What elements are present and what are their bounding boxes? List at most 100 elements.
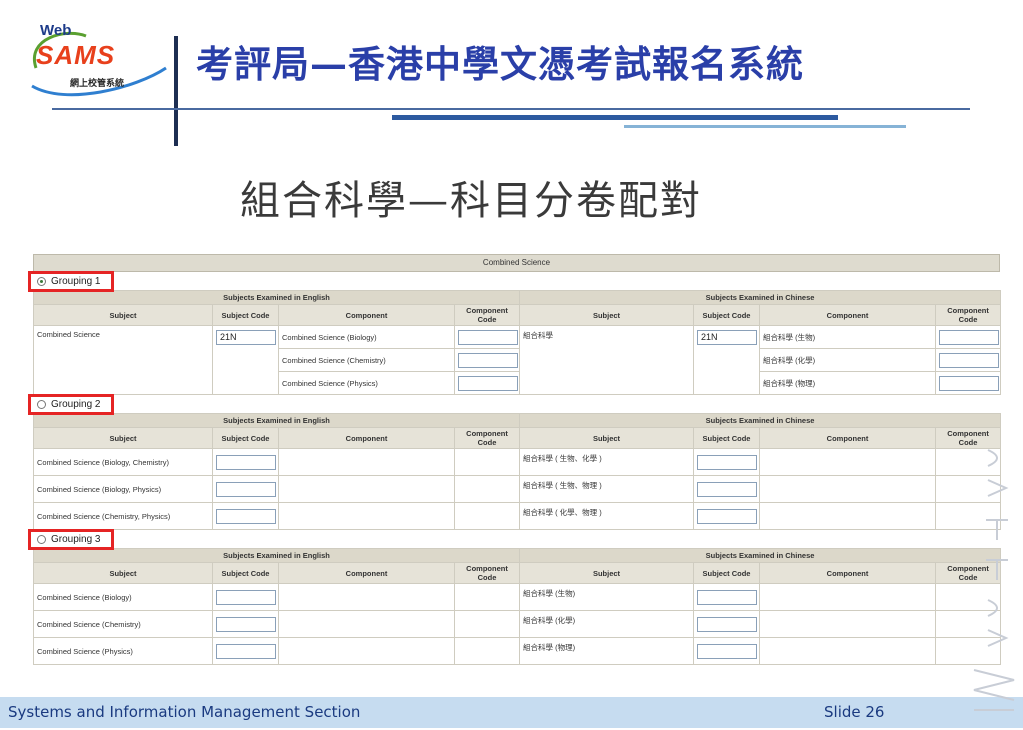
grouping-table: Subjects Examined in English Subjects Exa…	[32, 290, 1002, 395]
en-component-code-cell	[453, 502, 521, 530]
zh-subject-code-cell	[693, 610, 761, 638]
header-divider	[174, 36, 178, 146]
en-subject-code-input[interactable]	[216, 589, 276, 605]
chinese-section-header: Subjects Examined in Chinese	[519, 413, 1002, 428]
zh-subject-code-input[interactable]	[697, 508, 758, 524]
zh-subject-cell: 組合科學	[519, 325, 695, 395]
title-rule	[52, 108, 970, 110]
zh-component-code-input[interactable]	[939, 329, 1000, 345]
en-component-code-input[interactable]	[458, 329, 518, 345]
zh-subject-cell: 組合科學 (化學)	[519, 610, 695, 638]
column-header: Component Code	[453, 304, 521, 326]
en-component-cell: Combined Science (Chemistry)	[278, 348, 455, 372]
en-subject-code-cell	[212, 583, 279, 611]
column-header: Component	[278, 427, 455, 449]
grouping-table: Subjects Examined in English Subjects Exa…	[32, 548, 1002, 665]
zh-component-cell	[759, 448, 937, 476]
zh-subject-code-cell	[693, 448, 761, 476]
en-subject-cell: Combined Science (Biology, Chemistry)	[33, 448, 213, 476]
en-component-code-cell	[453, 348, 521, 372]
watermark-icon	[973, 449, 1015, 711]
english-section-header: Subjects Examined in English	[32, 290, 521, 305]
en-component-code-cell	[453, 610, 521, 638]
en-component-code-cell	[453, 475, 521, 503]
title-rule-accent	[392, 115, 838, 120]
column-header: Subject Code	[212, 427, 279, 449]
en-subject-cell: Combined Science	[33, 325, 213, 395]
column-header: Subject	[33, 562, 213, 584]
en-subject-code-input[interactable]	[216, 508, 276, 524]
en-component-code-cell	[453, 583, 521, 611]
zh-component-cell	[759, 610, 937, 638]
en-subject-code-input[interactable]	[216, 454, 276, 470]
en-subject-code-cell	[212, 502, 279, 530]
zh-subject-code-cell	[693, 583, 761, 611]
grouping-table: Subjects Examined in English Subjects Exa…	[32, 413, 1002, 530]
grouping-radio-row[interactable]: Grouping 1	[28, 271, 1000, 292]
table-row: Combined Science (Biology) 組合科學 (生物)	[33, 583, 1002, 611]
en-subject-cell: Combined Science (Biology, Physics)	[33, 475, 213, 503]
zh-subject-code-input[interactable]	[697, 643, 758, 659]
en-component-cell	[278, 583, 455, 611]
logo-sams-text: SAMS	[36, 40, 116, 70]
english-section-header: Subjects Examined in English	[32, 413, 521, 428]
table-row: Combined Science (Chemistry) 組合科學 (化學)	[33, 610, 1002, 638]
column-header: Component Code	[453, 427, 521, 449]
zh-subject-cell: 組合科學 (生物)	[519, 583, 695, 611]
logo-web-text: Web	[40, 22, 72, 39]
zh-subject-code-input[interactable]	[697, 454, 758, 470]
slide-number: Slide 26	[824, 703, 885, 721]
column-header: Component	[278, 304, 455, 326]
en-subject-cell: Combined Science (Chemistry, Physics)	[33, 502, 213, 530]
en-subject-code-cell	[212, 475, 279, 503]
zh-subject-code-input[interactable]	[697, 616, 758, 632]
slide-title: 考評局—香港中學文憑考試報名系統	[196, 42, 804, 86]
en-component-code-cell	[453, 371, 521, 395]
en-subject-code-input[interactable]	[216, 643, 276, 659]
combined-science-screen: Combined Science Grouping 1 Subjects Exam…	[28, 254, 1002, 665]
table-row: Combined Science (Biology, Chemistry) 組合科…	[33, 448, 1002, 476]
grouping-radio-row[interactable]: Grouping 2	[28, 394, 1000, 415]
column-header: Component Code	[453, 562, 521, 584]
en-subject-code-input[interactable]	[216, 616, 276, 632]
en-component-cell	[278, 610, 455, 638]
en-subject-cell: Combined Science (Biology)	[33, 583, 213, 611]
chinese-section-header: Subjects Examined in Chinese	[519, 548, 1002, 563]
table-row: Combined Science (Physics) 組合科學 (物理)	[33, 637, 1002, 665]
zh-component-cell: 組合科學 (化學)	[759, 348, 937, 372]
zh-subject-code-input[interactable]: 21N	[697, 330, 758, 345]
en-component-cell: Combined Science (Biology)	[278, 325, 455, 349]
zh-component-cell	[759, 502, 937, 530]
zh-component-cell: 組合科學 (物理)	[759, 371, 937, 395]
column-header: Component	[759, 427, 937, 449]
grouping-radio-row[interactable]: Grouping 3	[28, 529, 1000, 550]
en-component-code-input[interactable]	[458, 375, 518, 391]
en-component-cell	[278, 448, 455, 476]
en-component-code-cell	[453, 448, 521, 476]
footer-org: Systems and Information Management Secti…	[8, 703, 361, 721]
table-row: Combined Science (Biology, Physics) 組合科學 …	[33, 475, 1002, 503]
zh-component-code-input[interactable]	[939, 352, 1000, 368]
zh-subject-cell: 組合科學 ( 生物、化學 )	[519, 448, 695, 476]
zh-subject-code-input[interactable]	[697, 589, 758, 605]
en-subject-code-cell	[212, 448, 279, 476]
zh-subject-code-cell	[693, 502, 761, 530]
en-component-code-input[interactable]	[458, 352, 518, 368]
zh-component-cell: 組合科學 (生物)	[759, 325, 937, 349]
zh-component-cell	[759, 475, 937, 503]
en-component-cell: Combined Science (Physics)	[278, 371, 455, 395]
en-component-code-cell	[453, 325, 521, 349]
en-subject-code-input[interactable]	[216, 481, 276, 497]
column-header: Subject Code	[693, 562, 761, 584]
en-subject-code-input[interactable]: 21N	[216, 330, 276, 345]
slide-subtitle: 組合科學—科目分卷配對	[240, 178, 702, 224]
column-header: Subject	[33, 304, 213, 326]
zh-subject-cell: 組合科學 (物理)	[519, 637, 695, 665]
screen-banner: Combined Science	[33, 254, 1000, 272]
zh-subject-code-input[interactable]	[697, 481, 758, 497]
en-subject-code-cell	[212, 637, 279, 665]
column-header: Component	[278, 562, 455, 584]
column-header: Subject	[519, 562, 695, 584]
zh-component-code-input[interactable]	[939, 375, 1000, 391]
highlight-box	[28, 529, 114, 550]
